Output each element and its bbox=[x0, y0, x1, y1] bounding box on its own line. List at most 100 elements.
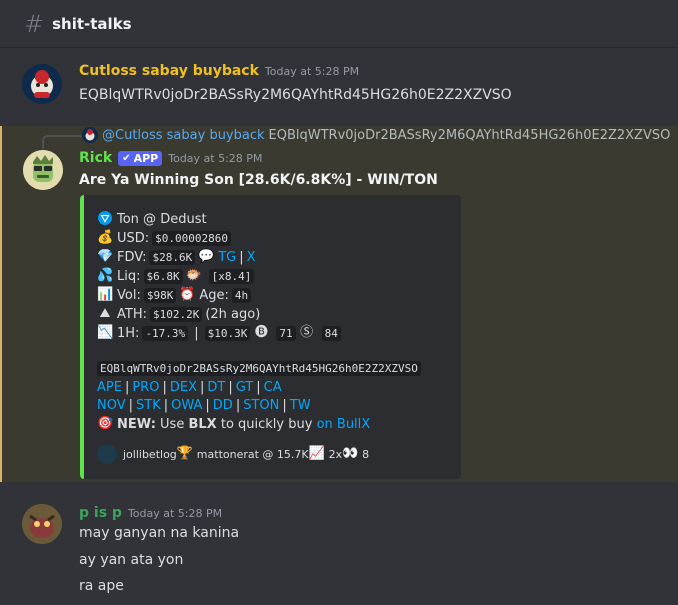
diamond-icon: 💎 bbox=[97, 249, 114, 264]
embed-vol-row: 📊 Vol: $98K ⏰ Age: 4h bbox=[97, 287, 254, 303]
embed-usd-row: 💰 USD: $0.00002860 bbox=[97, 230, 234, 246]
tg-link[interactable]: TG bbox=[218, 250, 236, 265]
h1-label: 1H: bbox=[117, 325, 140, 341]
reply-avatar bbox=[82, 127, 98, 143]
message: Cutloss sabay buyback Today at 5:28 PM E… bbox=[0, 60, 678, 116]
link-stk[interactable]: STK bbox=[136, 398, 161, 413]
speech-bubble-icon: 💬 bbox=[198, 249, 215, 264]
author-name[interactable]: p is p bbox=[79, 505, 122, 521]
money-bag-icon: 💰 bbox=[97, 230, 114, 245]
embed-address-row: EQBlqWTRv0joDr2BASsRy2M6QAYhtRd45HG26h0E… bbox=[97, 361, 424, 376]
pufferfish-icon: 🐡 bbox=[185, 268, 202, 283]
link-dex[interactable]: DEX bbox=[170, 380, 197, 395]
embed-links-row-2: NOV | STK | OWA | DD | STON | TW bbox=[97, 398, 311, 413]
vol-label: Vol: bbox=[117, 287, 141, 303]
usd-label: USD: bbox=[117, 230, 150, 246]
message-highlighted: @Cutloss sabay buyback EQBlqWTRv0joDr2BA… bbox=[0, 126, 678, 482]
separator: | bbox=[124, 380, 130, 395]
embed-footer: jollibetlog 🏆 mattonerat @ 15.7K 📈 2x 👀 … bbox=[97, 444, 369, 464]
chart-down-icon: 📉 bbox=[97, 325, 114, 340]
link-dt[interactable]: DT bbox=[207, 380, 225, 395]
embed-ath-row: ⛰ ATH: $102.2K (2h ago) bbox=[97, 306, 260, 322]
fdv-label: FDV: bbox=[117, 249, 147, 265]
timestamp: Today at 5:28 PM bbox=[264, 65, 360, 78]
timestamp: Today at 5:28 PM bbox=[168, 151, 263, 165]
message-content: EQBlqWTRv0joDr2BASsRy2M6QAYhtRd45HG26h0E… bbox=[79, 87, 512, 103]
link-gt[interactable]: GT bbox=[236, 380, 254, 395]
promo-use: Use bbox=[160, 416, 185, 432]
promo-blx: BLX bbox=[188, 416, 217, 432]
liq-value: $6.8K bbox=[143, 268, 183, 284]
h1-sells: 84 bbox=[321, 325, 341, 341]
separator: | bbox=[128, 398, 134, 413]
timestamp: Today at 5:28 PM bbox=[127, 507, 223, 520]
contract-address[interactable]: EQBlqWTRv0joDr2BASsRy2M6QAYhtRd45HG26h0E… bbox=[97, 361, 421, 376]
footer-user1: jollibetlog bbox=[123, 447, 177, 461]
link-ape[interactable]: APE bbox=[97, 380, 122, 395]
ath-value: $102.2K bbox=[149, 306, 203, 322]
ton-icon bbox=[97, 211, 113, 227]
separator: | bbox=[163, 398, 169, 413]
mountain-icon: ⛰ bbox=[99, 306, 111, 321]
promo-new: NEW: bbox=[117, 416, 156, 432]
liq-label: Liq: bbox=[117, 268, 141, 284]
buy-circle-icon: 🅑 bbox=[254, 325, 268, 340]
bar-chart-icon: 📊 bbox=[97, 287, 114, 302]
hash-icon: # bbox=[24, 9, 45, 38]
ath-label: ATH: bbox=[117, 306, 147, 322]
h1-change: -17.3% bbox=[142, 325, 189, 341]
link-dd[interactable]: DD bbox=[213, 398, 233, 413]
chart-up-icon: 📈 bbox=[308, 446, 325, 461]
separator: | bbox=[162, 380, 167, 395]
embed-liq-row: 💦 Liq: $6.8K 🐡 [x8.4] bbox=[97, 268, 257, 284]
author-name[interactable]: Rick bbox=[79, 150, 112, 166]
age-value: 4h bbox=[231, 287, 252, 303]
link-pro[interactable]: PRO bbox=[132, 380, 159, 395]
link-ca[interactable]: CA bbox=[264, 380, 282, 395]
avatar[interactable] bbox=[23, 150, 63, 190]
embed-1h-row: 📉 1H: -17.3% | $10.3K 🅑 71 Ⓢ 84 bbox=[97, 325, 344, 341]
link-nov[interactable]: NOV bbox=[97, 398, 126, 413]
bullx-link[interactable]: on BullX bbox=[317, 417, 371, 432]
x-link[interactable]: X bbox=[247, 250, 256, 265]
reply-preview[interactable]: @Cutloss sabay buyback EQBlqWTRv0joDr2BA… bbox=[82, 127, 670, 143]
link-tw[interactable]: TW bbox=[290, 398, 311, 413]
separator: | bbox=[256, 380, 261, 395]
liq-multiplier: [x8.4] bbox=[208, 268, 255, 284]
separator: | bbox=[199, 380, 205, 395]
avatar[interactable] bbox=[22, 504, 62, 544]
app-badge: ✔ APP bbox=[118, 150, 163, 166]
embed-links-row-1: APE | PRO | DEX | DT | GT | CA bbox=[97, 380, 282, 395]
channel-header: # shit-talks bbox=[0, 0, 678, 48]
footer-count: 8 bbox=[362, 447, 370, 461]
age-label: Age: bbox=[199, 287, 229, 303]
token-embed: Ton @ Dedust 💰 USD: $0.00002860 💎 FDV: $… bbox=[80, 195, 461, 479]
vol-value: $98K bbox=[143, 287, 177, 303]
author-name[interactable]: Cutloss sabay buyback bbox=[79, 63, 259, 79]
link-ston[interactable]: STON bbox=[243, 398, 279, 413]
badge-label: APP bbox=[133, 151, 159, 165]
verified-check-icon: ✔ bbox=[122, 152, 131, 164]
reply-text: EQBlqWTRv0joDr2BASsRy2M6QAYhtRd45HG26h0E… bbox=[268, 127, 671, 143]
link-owa[interactable]: OWA bbox=[171, 398, 202, 413]
reply-author[interactable]: @Cutloss sabay buyback bbox=[102, 128, 265, 143]
separator: | bbox=[282, 398, 287, 413]
chain-label: Ton @ Dedust bbox=[117, 211, 207, 227]
separator: | bbox=[228, 380, 233, 395]
channel-name: shit-talks bbox=[52, 14, 132, 33]
separator: | bbox=[205, 398, 210, 413]
ath-ago: (2h ago) bbox=[205, 306, 261, 322]
h1-volume: $10.3K bbox=[204, 325, 251, 341]
usd-value: $0.00002860 bbox=[152, 230, 232, 246]
droplets-icon: 💦 bbox=[97, 268, 114, 283]
footer-icon bbox=[97, 444, 117, 464]
avatar[interactable] bbox=[22, 64, 62, 104]
separator: | bbox=[235, 398, 241, 413]
fdv-value: $28.6K bbox=[149, 249, 196, 265]
message-title: Are Ya Winning Son [28.6K/6.8K%] - WIN/T… bbox=[79, 172, 438, 188]
trophy-icon: 🏆 bbox=[176, 446, 193, 461]
reply-spine bbox=[42, 135, 82, 149]
embed-promo-row: 🎯 NEW: Use BLX to quickly buy on BullX bbox=[97, 416, 370, 432]
message-line: ra ape bbox=[79, 578, 124, 594]
separator: | bbox=[239, 249, 244, 265]
